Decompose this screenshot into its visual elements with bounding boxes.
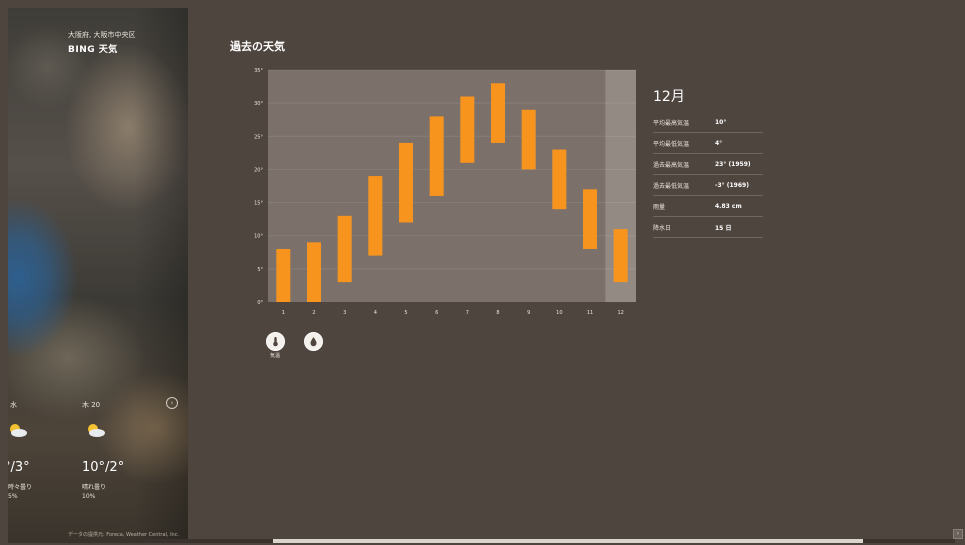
y-tick-label: 30°	[254, 101, 263, 107]
stat-row: 過去最低気温 -3° (1969)	[653, 175, 763, 196]
x-tick-label: 4	[374, 310, 377, 316]
x-tick-label: 7	[466, 310, 469, 316]
temperature-mode-label: 気温	[269, 353, 280, 359]
y-tick-label: 20°	[254, 167, 263, 173]
forecast-next-icon[interactable]: ›	[166, 397, 178, 409]
section-title: 過去の天気	[230, 40, 285, 53]
forecast-temp: 10°/2°	[82, 460, 125, 475]
month-stats-panel: 12月 平均最高気温 10° 平均最低気温 4° 過去最高気温 23° (195…	[653, 86, 763, 238]
x-tick-label: 5	[404, 310, 407, 316]
y-tick-label: 10°	[254, 234, 263, 240]
stat-value: 10°	[715, 118, 727, 126]
x-tick-label: 11	[587, 310, 593, 316]
stat-label: 平均最高気温	[653, 119, 690, 127]
stat-value: 23° (1959)	[715, 160, 751, 168]
stat-row: 降水日 15 日	[653, 217, 763, 238]
x-tick-label: 12	[617, 310, 623, 316]
scroll-right-icon[interactable]: ›	[953, 529, 963, 539]
x-tick-label: 2	[312, 310, 315, 316]
selected-month: 12月	[653, 89, 685, 105]
background-panel: 大阪府, 大阪市中央区 BING 天気 水 °/3° 時々曇り 5% 木 20 …	[8, 8, 188, 540]
stat-label: 過去最低気温	[653, 182, 690, 190]
stat-label: 降水日	[653, 224, 672, 232]
forecast-desc: 晴れ曇り 10%	[82, 483, 156, 501]
forecast-day[interactable]: 木 20 10°/2° 晴れ曇り 10%	[76, 400, 156, 501]
temperature-range-bar	[368, 176, 383, 256]
stat-row: 過去最高気温 23° (1959)	[653, 154, 763, 175]
precipitation-mode-button[interactable]	[304, 332, 323, 351]
stat-label: 平均最低気温	[653, 140, 690, 148]
temperature-range-bar	[491, 83, 505, 143]
location-label: 大阪府, 大阪市中央区	[68, 31, 136, 39]
stat-label: 雨量	[653, 203, 666, 211]
stat-value: 4.83 cm	[715, 202, 742, 210]
forecast-precip: 10%	[82, 493, 96, 500]
x-tick-label: 6	[435, 310, 438, 316]
temperature-range-bar	[521, 109, 536, 170]
y-tick-label: 25°	[254, 134, 263, 140]
raindrop-icon	[310, 337, 317, 347]
forecast-desc-text: 晴れ曇り	[82, 484, 107, 491]
temperature-range-bar	[307, 242, 321, 302]
data-source-note: データの提供元: Foreca, Weather Central, Inc.	[68, 532, 180, 538]
temperature-range-bar	[552, 149, 567, 210]
temperature-range-bar	[460, 96, 475, 163]
x-tick-label: 3	[343, 310, 346, 316]
app-title[interactable]: BING 天気	[68, 42, 118, 55]
temperature-mode-button[interactable]	[266, 332, 285, 351]
stat-value: -3° (1969)	[715, 181, 749, 189]
y-tick-label: 0°	[257, 300, 263, 306]
partly-cloudy-icon	[8, 422, 28, 437]
scrollbar-thumb[interactable]	[273, 539, 863, 543]
partly-cloudy-icon	[86, 422, 106, 437]
y-tick-label: 15°	[254, 201, 263, 207]
thermometer-icon	[273, 337, 278, 347]
temperature-range-bar	[399, 142, 413, 223]
y-tick-label: 35°	[254, 68, 263, 74]
x-tick-label: 10	[556, 310, 562, 316]
y-tick-label: 5°	[257, 267, 263, 273]
historical-temperature-chart: 0° 5° 10° 15° 20° 25° 30° 35° 1 2 3 4 5 6 7 8 9 10 11 12	[248, 65, 640, 325]
stat-value: 15 日	[715, 224, 732, 232]
temperature-range-bar	[276, 248, 291, 302]
horizontal-scrollbar[interactable]	[8, 539, 955, 543]
plot-area	[268, 70, 636, 302]
stat-row: 平均最低気温 4°	[653, 133, 763, 154]
stat-row: 雨量 4.83 cm	[653, 196, 763, 217]
stat-label: 過去最高気温	[653, 161, 690, 169]
x-tick-label: 1	[282, 310, 285, 316]
forecast-day-label: 木 20	[82, 401, 101, 409]
chart-svg: 0°5°10°15°20°25°30°35°1 2 3 4 5 6 7 8 9 10 11 12	[254, 68, 636, 316]
x-tick-label: 8	[496, 310, 499, 316]
temperature-range-bar	[613, 229, 628, 283]
temperature-range-bar	[429, 116, 444, 196]
temperature-range-bar	[337, 215, 352, 283]
stat-row: 平均最高気温 10°	[653, 112, 763, 133]
x-tick-label: 9	[527, 310, 530, 316]
temperature-range-bar	[583, 189, 597, 249]
stat-value: 4°	[715, 139, 723, 147]
